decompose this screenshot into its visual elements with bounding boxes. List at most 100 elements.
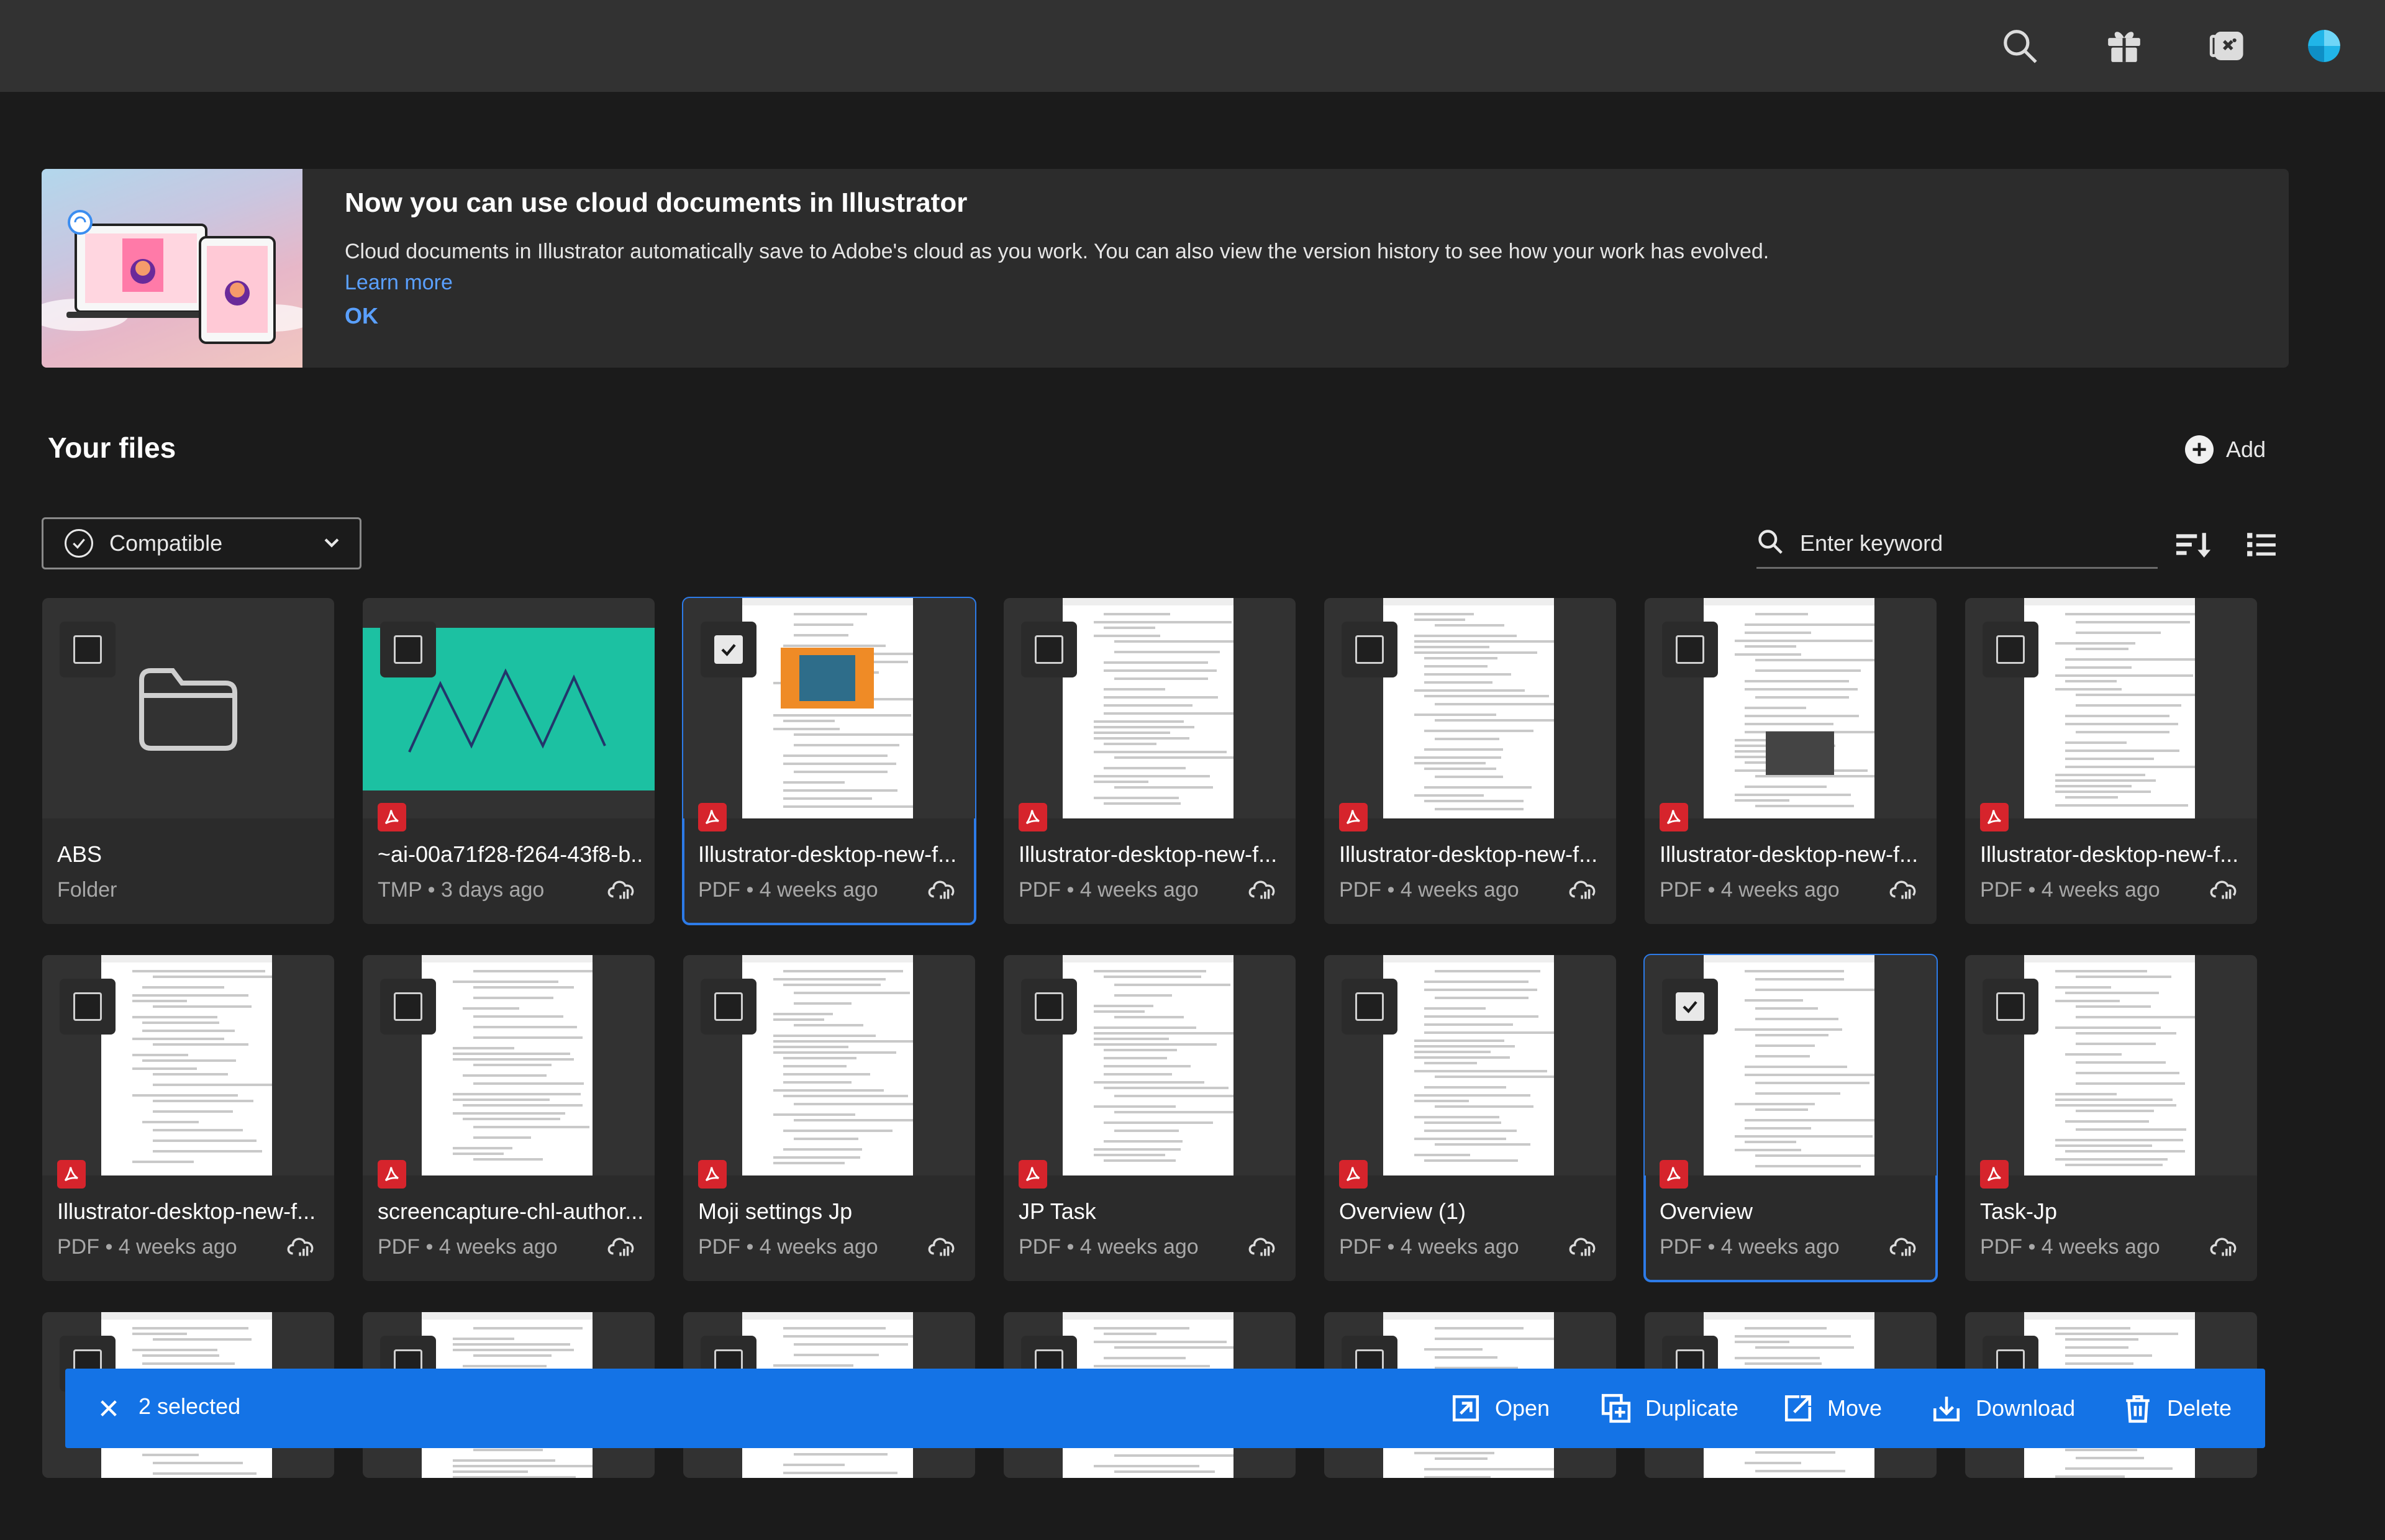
select-checkbox[interactable] [1996, 635, 2025, 664]
move-button[interactable]: Move [1783, 1387, 1882, 1429]
gift-icon[interactable] [2097, 19, 2151, 73]
selected-count: 2 selected [139, 1393, 241, 1419]
file-card[interactable]: Illustrator-desktop-new-f... PDF • 4 wee… [1004, 598, 1296, 924]
search-icon[interactable] [1992, 19, 2047, 73]
cloud-status-icon [1568, 1232, 1599, 1259]
select-checkbox[interactable] [1035, 635, 1063, 664]
download-button[interactable]: Download [1931, 1387, 2075, 1429]
top-bar [0, 0, 2385, 92]
file-meta: PDF • 4 weeks ago [698, 1235, 878, 1259]
filter-label: Compatible [109, 530, 223, 556]
file-card[interactable]: Illustrator-desktop-new-f... PDF • 4 wee… [682, 597, 976, 925]
add-label: Add [2226, 437, 2266, 462]
document-preview [2024, 955, 2195, 1175]
file-meta: TMP • 3 days ago [378, 878, 545, 902]
search-field [1756, 519, 2158, 569]
open-button[interactable]: Open [1450, 1387, 1550, 1429]
file-meta: PDF • 4 weeks ago [1980, 878, 2160, 902]
open-label: Open [1495, 1395, 1550, 1421]
file-card[interactable]: Overview (1) PDF • 4 weeks ago [1324, 955, 1616, 1281]
pdf-icon [1019, 1160, 1047, 1189]
document-preview [101, 955, 272, 1175]
search-input[interactable] [1800, 530, 2148, 556]
file-name: Illustrator-desktop-new-f... [57, 1198, 316, 1224]
pdf-icon [1019, 803, 1047, 831]
select-checkbox[interactable] [394, 635, 422, 664]
select-checkbox[interactable] [394, 992, 422, 1021]
document-preview [1063, 955, 1233, 1175]
document-preview [742, 955, 913, 1175]
pdf-icon [1980, 1160, 2009, 1189]
move-icon [1784, 1395, 1812, 1422]
cloud-docs-banner: Now you can use cloud documents in Illus… [42, 169, 2289, 368]
banner-title: Now you can use cloud documents in Illus… [345, 188, 968, 218]
file-meta: PDF • 4 weeks ago [1019, 1235, 1199, 1259]
download-icon [1933, 1397, 1960, 1422]
select-checkbox[interactable] [1996, 992, 2025, 1021]
cloud-status-icon [1888, 1232, 1919, 1259]
select-checkbox[interactable] [714, 635, 743, 664]
file-meta: Folder [57, 878, 117, 902]
document-preview [742, 598, 913, 818]
learn-more-link[interactable]: Learn more [345, 271, 453, 295]
file-meta: PDF • 4 weeks ago [378, 1235, 558, 1259]
pdf-icon [1980, 803, 2009, 831]
select-checkbox[interactable] [73, 635, 102, 664]
file-name: ABS [57, 841, 102, 867]
cloud-status-icon [2209, 875, 2240, 902]
file-card[interactable]: Moji settings Jp PDF • 4 weeks ago [683, 955, 975, 1281]
trash-icon [2126, 1395, 2150, 1423]
ok-button[interactable]: OK [345, 303, 378, 329]
cloud-status-icon [286, 1232, 317, 1259]
cloud-status-icon [606, 1232, 637, 1259]
cloud-status-icon [1247, 1232, 1278, 1259]
select-checkbox[interactable] [1676, 635, 1704, 664]
select-checkbox[interactable] [714, 992, 743, 1021]
document-preview [1704, 955, 1874, 1175]
file-card[interactable]: screencapture-chl-author... PDF • 4 week… [363, 955, 655, 1281]
pdf-icon [378, 1160, 406, 1189]
file-name: Illustrator-desktop-new-f... [1019, 841, 1278, 867]
duplicate-label: Duplicate [1645, 1395, 1739, 1421]
search-icon [1756, 528, 1784, 558]
duplicate-icon [1601, 1393, 1631, 1423]
select-checkbox[interactable] [1676, 992, 1704, 1021]
pdf-icon [1339, 1160, 1368, 1189]
check-circle-icon [65, 529, 93, 558]
select-checkbox[interactable] [73, 992, 102, 1021]
cloud-status-icon [606, 875, 637, 902]
file-meta: PDF • 4 weeks ago [1019, 878, 1199, 902]
file-meta: PDF • 4 weeks ago [1660, 878, 1840, 902]
avatar[interactable] [2297, 19, 2351, 73]
select-checkbox[interactable] [1355, 992, 1384, 1021]
list-view-icon[interactable] [2240, 523, 2283, 566]
close-icon[interactable] [93, 1392, 125, 1424]
file-name: Illustrator-desktop-new-f... [1339, 841, 1598, 867]
file-card[interactable]: Illustrator-desktop-new-f... PDF • 4 wee… [1965, 598, 2257, 924]
file-name: Illustrator-desktop-new-f... [1980, 841, 2239, 867]
pdf-icon [378, 803, 406, 831]
compatibility-filter-dropdown[interactable]: Compatible [42, 517, 361, 569]
file-card[interactable]: ~ai-00a71f28-f264-43f8-b... TMP • 3 days… [363, 598, 655, 924]
select-checkbox[interactable] [1035, 992, 1063, 1021]
file-card[interactable]: Overview PDF • 4 weeks ago [1643, 954, 1938, 1282]
file-card[interactable]: Illustrator-desktop-new-f... PDF • 4 wee… [42, 955, 334, 1281]
file-card[interactable]: Illustrator-desktop-new-f... PDF • 4 wee… [1324, 598, 1616, 924]
file-meta: PDF • 4 weeks ago [698, 878, 878, 902]
plugins-icon[interactable] [2200, 19, 2255, 73]
duplicate-button[interactable]: Duplicate [1601, 1387, 1738, 1429]
pdf-icon [1660, 803, 1688, 831]
file-card[interactable]: Illustrator-desktop-new-f... PDF • 4 wee… [1645, 598, 1937, 924]
file-name: Illustrator-desktop-new-f... [1660, 841, 1919, 867]
document-preview [2024, 598, 2195, 818]
delete-button[interactable]: Delete [2122, 1387, 2232, 1429]
file-card[interactable]: JP Task PDF • 4 weeks ago [1004, 955, 1296, 1281]
add-button[interactable]: + Add [2185, 432, 2266, 467]
file-name: screencapture-chl-author... [378, 1198, 644, 1224]
file-card[interactable]: Task-Jp PDF • 4 weeks ago [1965, 955, 2257, 1281]
move-label: Move [1827, 1395, 1883, 1421]
sort-icon[interactable] [2171, 523, 2215, 566]
file-card[interactable]: ABS Folder [42, 598, 334, 924]
delete-label: Delete [2167, 1395, 2232, 1421]
select-checkbox[interactable] [1355, 635, 1384, 664]
